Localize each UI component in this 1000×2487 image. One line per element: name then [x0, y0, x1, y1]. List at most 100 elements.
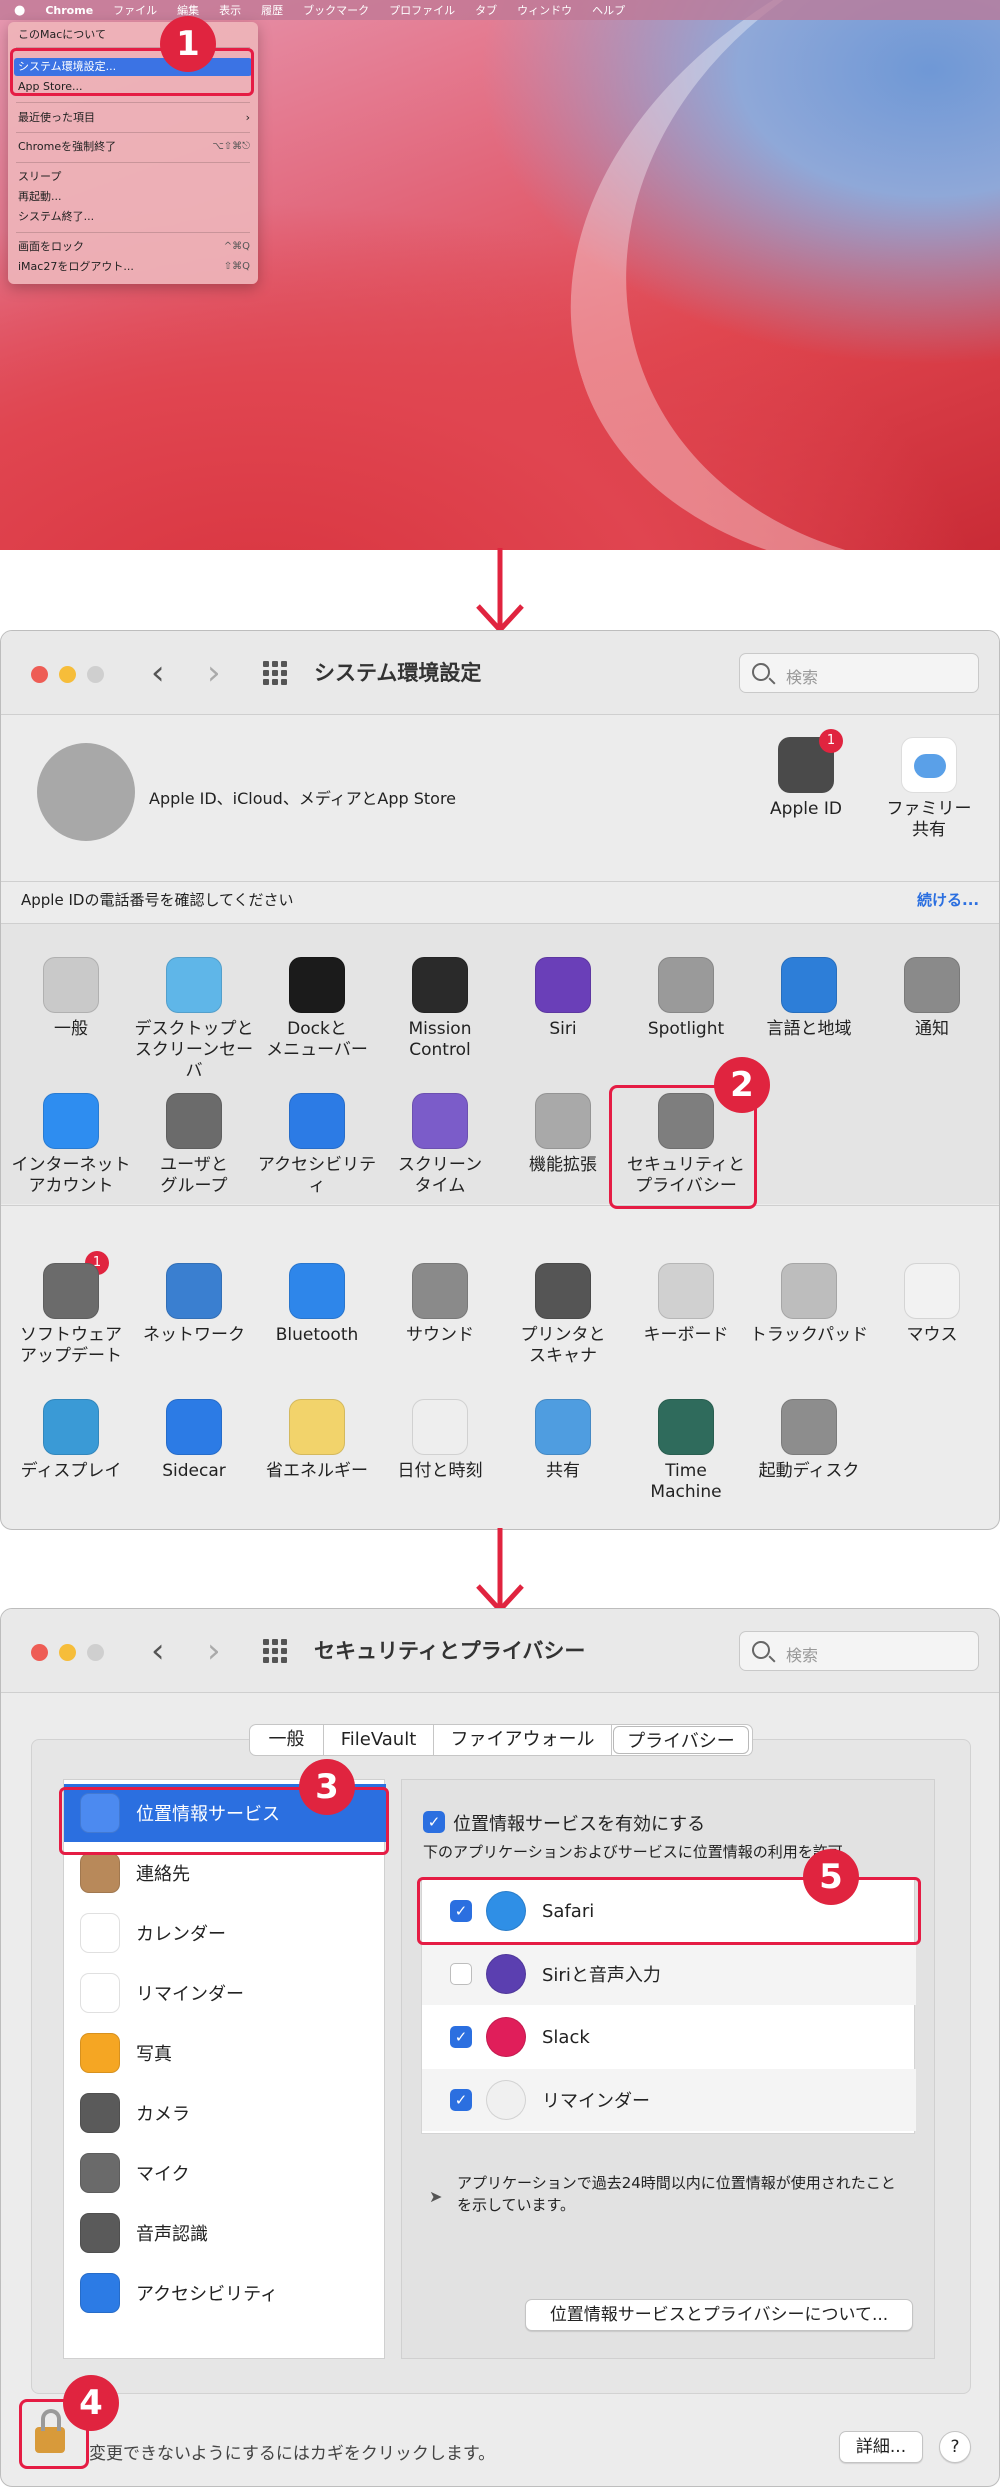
pref-row4-0[interactable]: ディスプレイ: [11, 1399, 131, 1482]
forward-icon[interactable]: ›: [207, 1631, 221, 1671]
sidebar-item-4[interactable]: 写真: [64, 2024, 386, 2082]
app-checkbox[interactable]: ✓: [450, 2089, 472, 2111]
app-checkbox[interactable]: [450, 1963, 472, 1985]
pref-row3-1[interactable]: ネットワーク: [134, 1263, 254, 1346]
menu-shutdown[interactable]: システム終了...: [18, 208, 250, 226]
pref-row3-2[interactable]: Bluetooth: [257, 1263, 377, 1346]
grid-icon[interactable]: [263, 1639, 291, 1663]
tab-filevault[interactable]: FileVault: [324, 1725, 434, 1755]
pref-row1-5[interactable]: Spotlight: [626, 957, 746, 1040]
tab-general[interactable]: 一般: [250, 1725, 324, 1755]
pref-row2-4[interactable]: 機能拡張: [503, 1093, 623, 1176]
sidebar-item-3[interactable]: リマインダー: [64, 1964, 386, 2022]
continue-link[interactable]: 続ける...: [917, 889, 979, 910]
pref-row2-5[interactable]: セキュリティと プライバシー: [626, 1093, 746, 1197]
sidebar-label: アクセシビリティ: [136, 2284, 279, 2305]
pref-icon: [412, 1093, 468, 1149]
zoom-button[interactable]: [87, 666, 104, 683]
sidebar-label: 連絡先: [136, 1864, 190, 1885]
app-checkbox[interactable]: ✓: [450, 2026, 472, 2048]
pref-apple-id[interactable]: Apple ID: [746, 737, 866, 820]
tab-firewall[interactable]: ファイアウォール: [434, 1725, 612, 1755]
pref-icon: [535, 957, 591, 1013]
sidebar-item-8[interactable]: アクセシビリティ: [64, 2264, 386, 2322]
pref-icon: [535, 1093, 591, 1149]
enable-location-checkbox[interactable]: ✓: [423, 1811, 445, 1833]
pref-icon: [412, 1263, 468, 1319]
menu-restart[interactable]: 再起動...: [18, 188, 250, 206]
pref-family[interactable]: ファミリー 共有: [869, 737, 989, 841]
pref-row2-1[interactable]: ユーザと グループ: [134, 1093, 254, 1197]
menubar-profile[interactable]: プロファイル: [389, 2, 455, 18]
close-button[interactable]: [31, 666, 48, 683]
pref-row3-0[interactable]: ソフトウェア アップデート: [11, 1263, 131, 1367]
pref-row1-4[interactable]: Siri: [503, 957, 623, 1040]
divider: [1, 1205, 999, 1206]
forward-icon[interactable]: ›: [207, 653, 221, 693]
pref-icon: [904, 1263, 960, 1319]
help-button[interactable]: ?: [939, 2431, 971, 2463]
back-icon[interactable]: ‹: [151, 1631, 165, 1671]
sidebar-icon: [80, 1913, 120, 1953]
pref-row2-2[interactable]: アクセシビリティ: [257, 1093, 377, 1197]
pref-row1-0[interactable]: 一般: [11, 957, 131, 1040]
zoom-button[interactable]: [87, 1644, 104, 1661]
sidebar-item-7[interactable]: 音声認識: [64, 2204, 386, 2262]
back-icon[interactable]: ‹: [151, 653, 165, 693]
menubar-tab[interactable]: タブ: [475, 2, 497, 18]
menu-sleep[interactable]: スリープ: [18, 168, 250, 186]
menubar-window[interactable]: ウィンドウ: [517, 2, 572, 18]
pref-row4-2[interactable]: 省エネルギー: [257, 1399, 377, 1482]
menubar-file[interactable]: ファイル: [113, 2, 157, 18]
menubar-bookmarks[interactable]: ブックマーク: [303, 2, 369, 18]
menubar-app[interactable]: Chrome: [45, 4, 93, 17]
search-input[interactable]: 検索: [739, 1631, 979, 1671]
menubar-history[interactable]: 履歴: [261, 2, 283, 18]
advanced-button[interactable]: 詳細...: [839, 2431, 923, 2463]
pref-row4-1[interactable]: Sidecar: [134, 1399, 254, 1482]
minimize-button[interactable]: [59, 1644, 76, 1661]
pref-icon: [289, 957, 345, 1013]
menu-recent[interactable]: 最近使った項目 ›: [18, 109, 250, 127]
pref-row2-0[interactable]: インターネット アカウント: [11, 1093, 131, 1197]
apple-menu-icon[interactable]: ●: [14, 3, 25, 18]
pref-row4-4[interactable]: 共有: [503, 1399, 623, 1482]
avatar[interactable]: [37, 743, 135, 841]
pref-row1-6[interactable]: 言語と地域: [749, 957, 869, 1040]
pref-row3-4[interactable]: プリンタと スキャナ: [503, 1263, 623, 1367]
search-input[interactable]: 検索: [739, 653, 979, 693]
close-button[interactable]: [31, 1644, 48, 1661]
pref-row1-3[interactable]: Mission Control: [380, 957, 500, 1061]
pref-row3-5[interactable]: キーボード: [626, 1263, 746, 1346]
menubar-view[interactable]: 表示: [219, 2, 241, 18]
account-text[interactable]: Apple ID、iCloud、メディアとApp Store: [149, 785, 456, 809]
menu-force-quit[interactable]: Chromeを強制終了 ⌥⇧⌘⎋: [18, 138, 250, 156]
sidebar-icon: [80, 2153, 120, 2193]
pref-icon: [43, 1263, 99, 1319]
pref-row3-7[interactable]: マウス: [872, 1263, 992, 1346]
sidebar-item-5[interactable]: カメラ: [64, 2084, 386, 2142]
pref-label: ユーザと: [160, 1155, 228, 1175]
about-location-button[interactable]: 位置情報サービスとプライバシーについて...: [525, 2299, 913, 2331]
menu-lock[interactable]: 画面をロック ^⌘Q: [18, 238, 250, 256]
pref-row4-3[interactable]: 日付と時刻: [380, 1399, 500, 1482]
minimize-button[interactable]: [59, 666, 76, 683]
pref-row1-2[interactable]: Dockと メニューバー: [257, 957, 377, 1061]
menubar-help[interactable]: ヘルプ: [592, 2, 625, 18]
pref-row3-6[interactable]: トラックパッド: [749, 1263, 869, 1346]
pref-row4-6[interactable]: 起動ディスク: [749, 1399, 869, 1482]
pref-row2-3[interactable]: スクリーン タイム: [380, 1093, 500, 1197]
divider: [1, 923, 999, 924]
pref-row1-7[interactable]: 通知: [872, 957, 992, 1040]
pref-row4-5[interactable]: Time Machine: [626, 1399, 746, 1503]
sidebar-item-2[interactable]: カレンダー: [64, 1904, 386, 1962]
tab-privacy[interactable]: プライバシー: [613, 1726, 749, 1754]
sidebar-item-6[interactable]: マイク: [64, 2144, 386, 2202]
pref-label: サウンド: [406, 1325, 474, 1345]
menu-separator: [16, 102, 250, 103]
menu-logout[interactable]: iMac27をログアウト... ⇧⌘Q: [18, 258, 250, 276]
pref-row1-1[interactable]: デスクトップと スクリーンセーバ: [134, 957, 254, 1082]
pref-icon: [166, 957, 222, 1013]
pref-row3-3[interactable]: サウンド: [380, 1263, 500, 1346]
grid-icon[interactable]: [263, 661, 291, 685]
